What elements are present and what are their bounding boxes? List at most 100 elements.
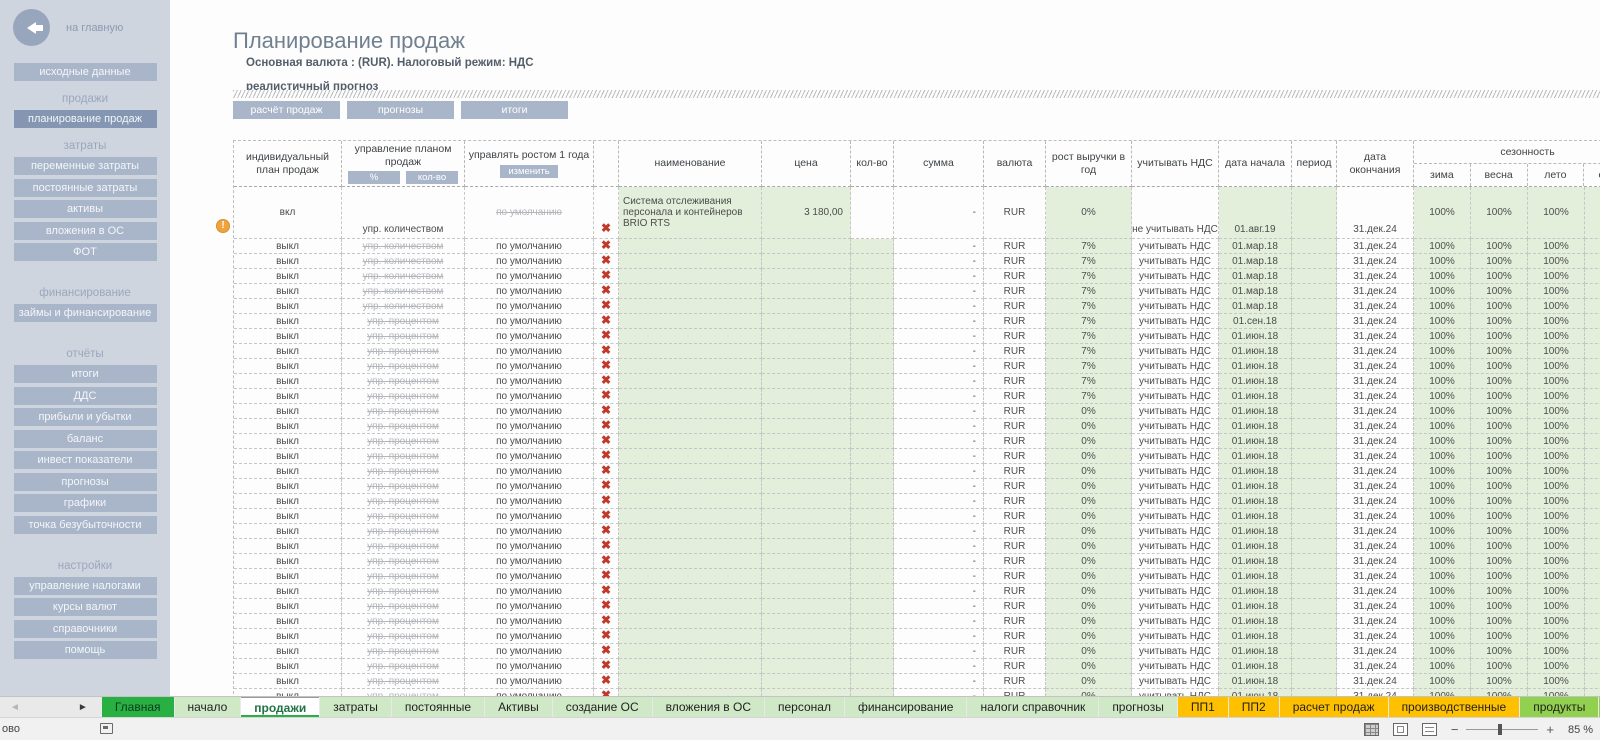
- cell-x[interactable]: ✖: [594, 674, 619, 689]
- cell-name[interactable]: [619, 464, 762, 479]
- cell-start[interactable]: 01.июн.18: [1219, 389, 1292, 404]
- cell-cur[interactable]: RUR: [984, 299, 1046, 314]
- cell-price[interactable]: [762, 494, 851, 509]
- cell-s0[interactable]: 100%: [1414, 344, 1471, 359]
- cell-end[interactable]: 31.дек.24: [1337, 419, 1414, 434]
- cell-growth[interactable]: по умолчанию: [465, 644, 594, 659]
- cell-s3[interactable]: 100%: [1585, 239, 1600, 254]
- cell-x[interactable]: ✖: [594, 509, 619, 524]
- cell-growth[interactable]: по умолчанию: [465, 509, 594, 524]
- cell-s0[interactable]: 100%: [1414, 187, 1471, 239]
- delete-row-icon[interactable]: ✖: [601, 239, 611, 252]
- macro-record-icon[interactable]: [100, 723, 113, 734]
- cell-qty[interactable]: [851, 374, 894, 389]
- cell-price[interactable]: [762, 344, 851, 359]
- cell-ind[interactable]: выкл: [234, 314, 342, 329]
- sidebar-item-займы и финансирование[interactable]: займы и финансирование: [13, 304, 157, 322]
- cell-growth[interactable]: по умолчанию: [465, 449, 594, 464]
- cell-qty[interactable]: [851, 599, 894, 614]
- cell-growth[interactable]: по умолчанию: [465, 524, 594, 539]
- cell-s3[interactable]: 100%: [1585, 599, 1600, 614]
- cell-vat[interactable]: учитывать НДС: [1132, 299, 1219, 314]
- cell-growth[interactable]: по умолчанию: [465, 584, 594, 599]
- cell-sum[interactable]: -: [894, 524, 984, 539]
- cell-growth[interactable]: по умолчанию: [465, 614, 594, 629]
- cell-sum[interactable]: -: [894, 449, 984, 464]
- sidebar-item-прогнозы[interactable]: прогнозы: [13, 472, 157, 491]
- cell-x[interactable]: ✖: [594, 239, 619, 254]
- cell-sum[interactable]: -: [894, 419, 984, 434]
- cell-ind[interactable]: выкл: [234, 434, 342, 449]
- cell-mgmt[interactable]: упр. процентом: [342, 329, 465, 344]
- cell-cur[interactable]: RUR: [984, 554, 1046, 569]
- cell-period[interactable]: [1292, 539, 1337, 554]
- cell-s1[interactable]: 100%: [1471, 329, 1528, 344]
- cell-price[interactable]: [762, 449, 851, 464]
- delete-row-icon[interactable]: ✖: [601, 404, 611, 417]
- cell-growth[interactable]: по умолчанию: [465, 254, 594, 269]
- cell-cur[interactable]: RUR: [984, 644, 1046, 659]
- cell-end[interactable]: 31.дек.24: [1337, 569, 1414, 584]
- cell-grow[interactable]: 7%: [1046, 299, 1132, 314]
- cell-price[interactable]: [762, 299, 851, 314]
- cell-s1[interactable]: 100%: [1471, 344, 1528, 359]
- cell-qty[interactable]: [851, 584, 894, 599]
- delete-row-icon[interactable]: ✖: [601, 374, 611, 387]
- cell-vat[interactable]: учитывать НДС: [1132, 389, 1219, 404]
- sidebar-item-прибыли и убытки[interactable]: прибыли и убытки: [13, 408, 157, 426]
- cell-period[interactable]: [1292, 419, 1337, 434]
- cell-cur[interactable]: RUR: [984, 329, 1046, 344]
- cell-period[interactable]: [1292, 359, 1337, 374]
- delete-row-icon[interactable]: ✖: [601, 614, 611, 627]
- cell-end[interactable]: 31.дек.24: [1337, 599, 1414, 614]
- cell-start[interactable]: 01.мар.18: [1219, 269, 1292, 284]
- cell-period[interactable]: [1292, 299, 1337, 314]
- cell-vat[interactable]: учитывать НДС: [1132, 494, 1219, 509]
- cell-name[interactable]: [619, 299, 762, 314]
- cell-mgmt[interactable]: упр. процентом: [342, 344, 465, 359]
- cell-s3[interactable]: 100%: [1585, 284, 1600, 299]
- header-button-кол-во[interactable]: кол-во: [406, 170, 458, 184]
- cell-end[interactable]: 31.дек.24: [1337, 284, 1414, 299]
- cell-x[interactable]: ✖: [594, 584, 619, 599]
- cell-vat[interactable]: учитывать НДС: [1132, 659, 1219, 674]
- cell-start[interactable]: 01.июн.18: [1219, 419, 1292, 434]
- cell-x[interactable]: ✖: [594, 419, 619, 434]
- cell-grow[interactable]: 7%: [1046, 269, 1132, 284]
- cell-s1[interactable]: 100%: [1471, 509, 1528, 524]
- cell-start[interactable]: 01.июн.18: [1219, 659, 1292, 674]
- cell-s1[interactable]: 100%: [1471, 269, 1528, 284]
- cell-x[interactable]: ✖: [594, 299, 619, 314]
- cell-name[interactable]: [619, 269, 762, 284]
- cell-grow[interactable]: 7%: [1046, 344, 1132, 359]
- cell-sum[interactable]: -: [894, 269, 984, 284]
- cell-ind[interactable]: вкл: [234, 187, 342, 239]
- cell-vat[interactable]: учитывать НДС: [1132, 254, 1219, 269]
- cell-price[interactable]: [762, 359, 851, 374]
- cell-s2[interactable]: 100%: [1528, 344, 1585, 359]
- cell-s0[interactable]: 100%: [1414, 629, 1471, 644]
- cell-price[interactable]: 3 180,00: [762, 187, 851, 239]
- cell-cur[interactable]: RUR: [984, 479, 1046, 494]
- cell-s0[interactable]: 100%: [1414, 284, 1471, 299]
- cell-price[interactable]: [762, 629, 851, 644]
- cell-s2[interactable]: 100%: [1528, 374, 1585, 389]
- cell-vat[interactable]: учитывать НДС: [1132, 314, 1219, 329]
- cell-mgmt[interactable]: упр. процентом: [342, 494, 465, 509]
- cell-cur[interactable]: RUR: [984, 404, 1046, 419]
- delete-row-icon[interactable]: ✖: [601, 479, 611, 492]
- cell-qty[interactable]: [851, 404, 894, 419]
- cell-ind[interactable]: выкл: [234, 239, 342, 254]
- cell-x[interactable]: ✖: [594, 659, 619, 674]
- cell-name[interactable]: [619, 524, 762, 539]
- delete-row-icon[interactable]: ✖: [601, 314, 611, 327]
- cell-s3[interactable]: 100%: [1585, 269, 1600, 284]
- cell-name[interactable]: [619, 314, 762, 329]
- cell-cur[interactable]: RUR: [984, 524, 1046, 539]
- cell-start[interactable]: 01.июн.18: [1219, 599, 1292, 614]
- cell-s2[interactable]: 100%: [1528, 269, 1585, 284]
- page-break-view-icon[interactable]: [1421, 723, 1437, 736]
- cell-s1[interactable]: 100%: [1471, 539, 1528, 554]
- cell-name[interactable]: [619, 389, 762, 404]
- cell-vat[interactable]: учитывать НДС: [1132, 419, 1219, 434]
